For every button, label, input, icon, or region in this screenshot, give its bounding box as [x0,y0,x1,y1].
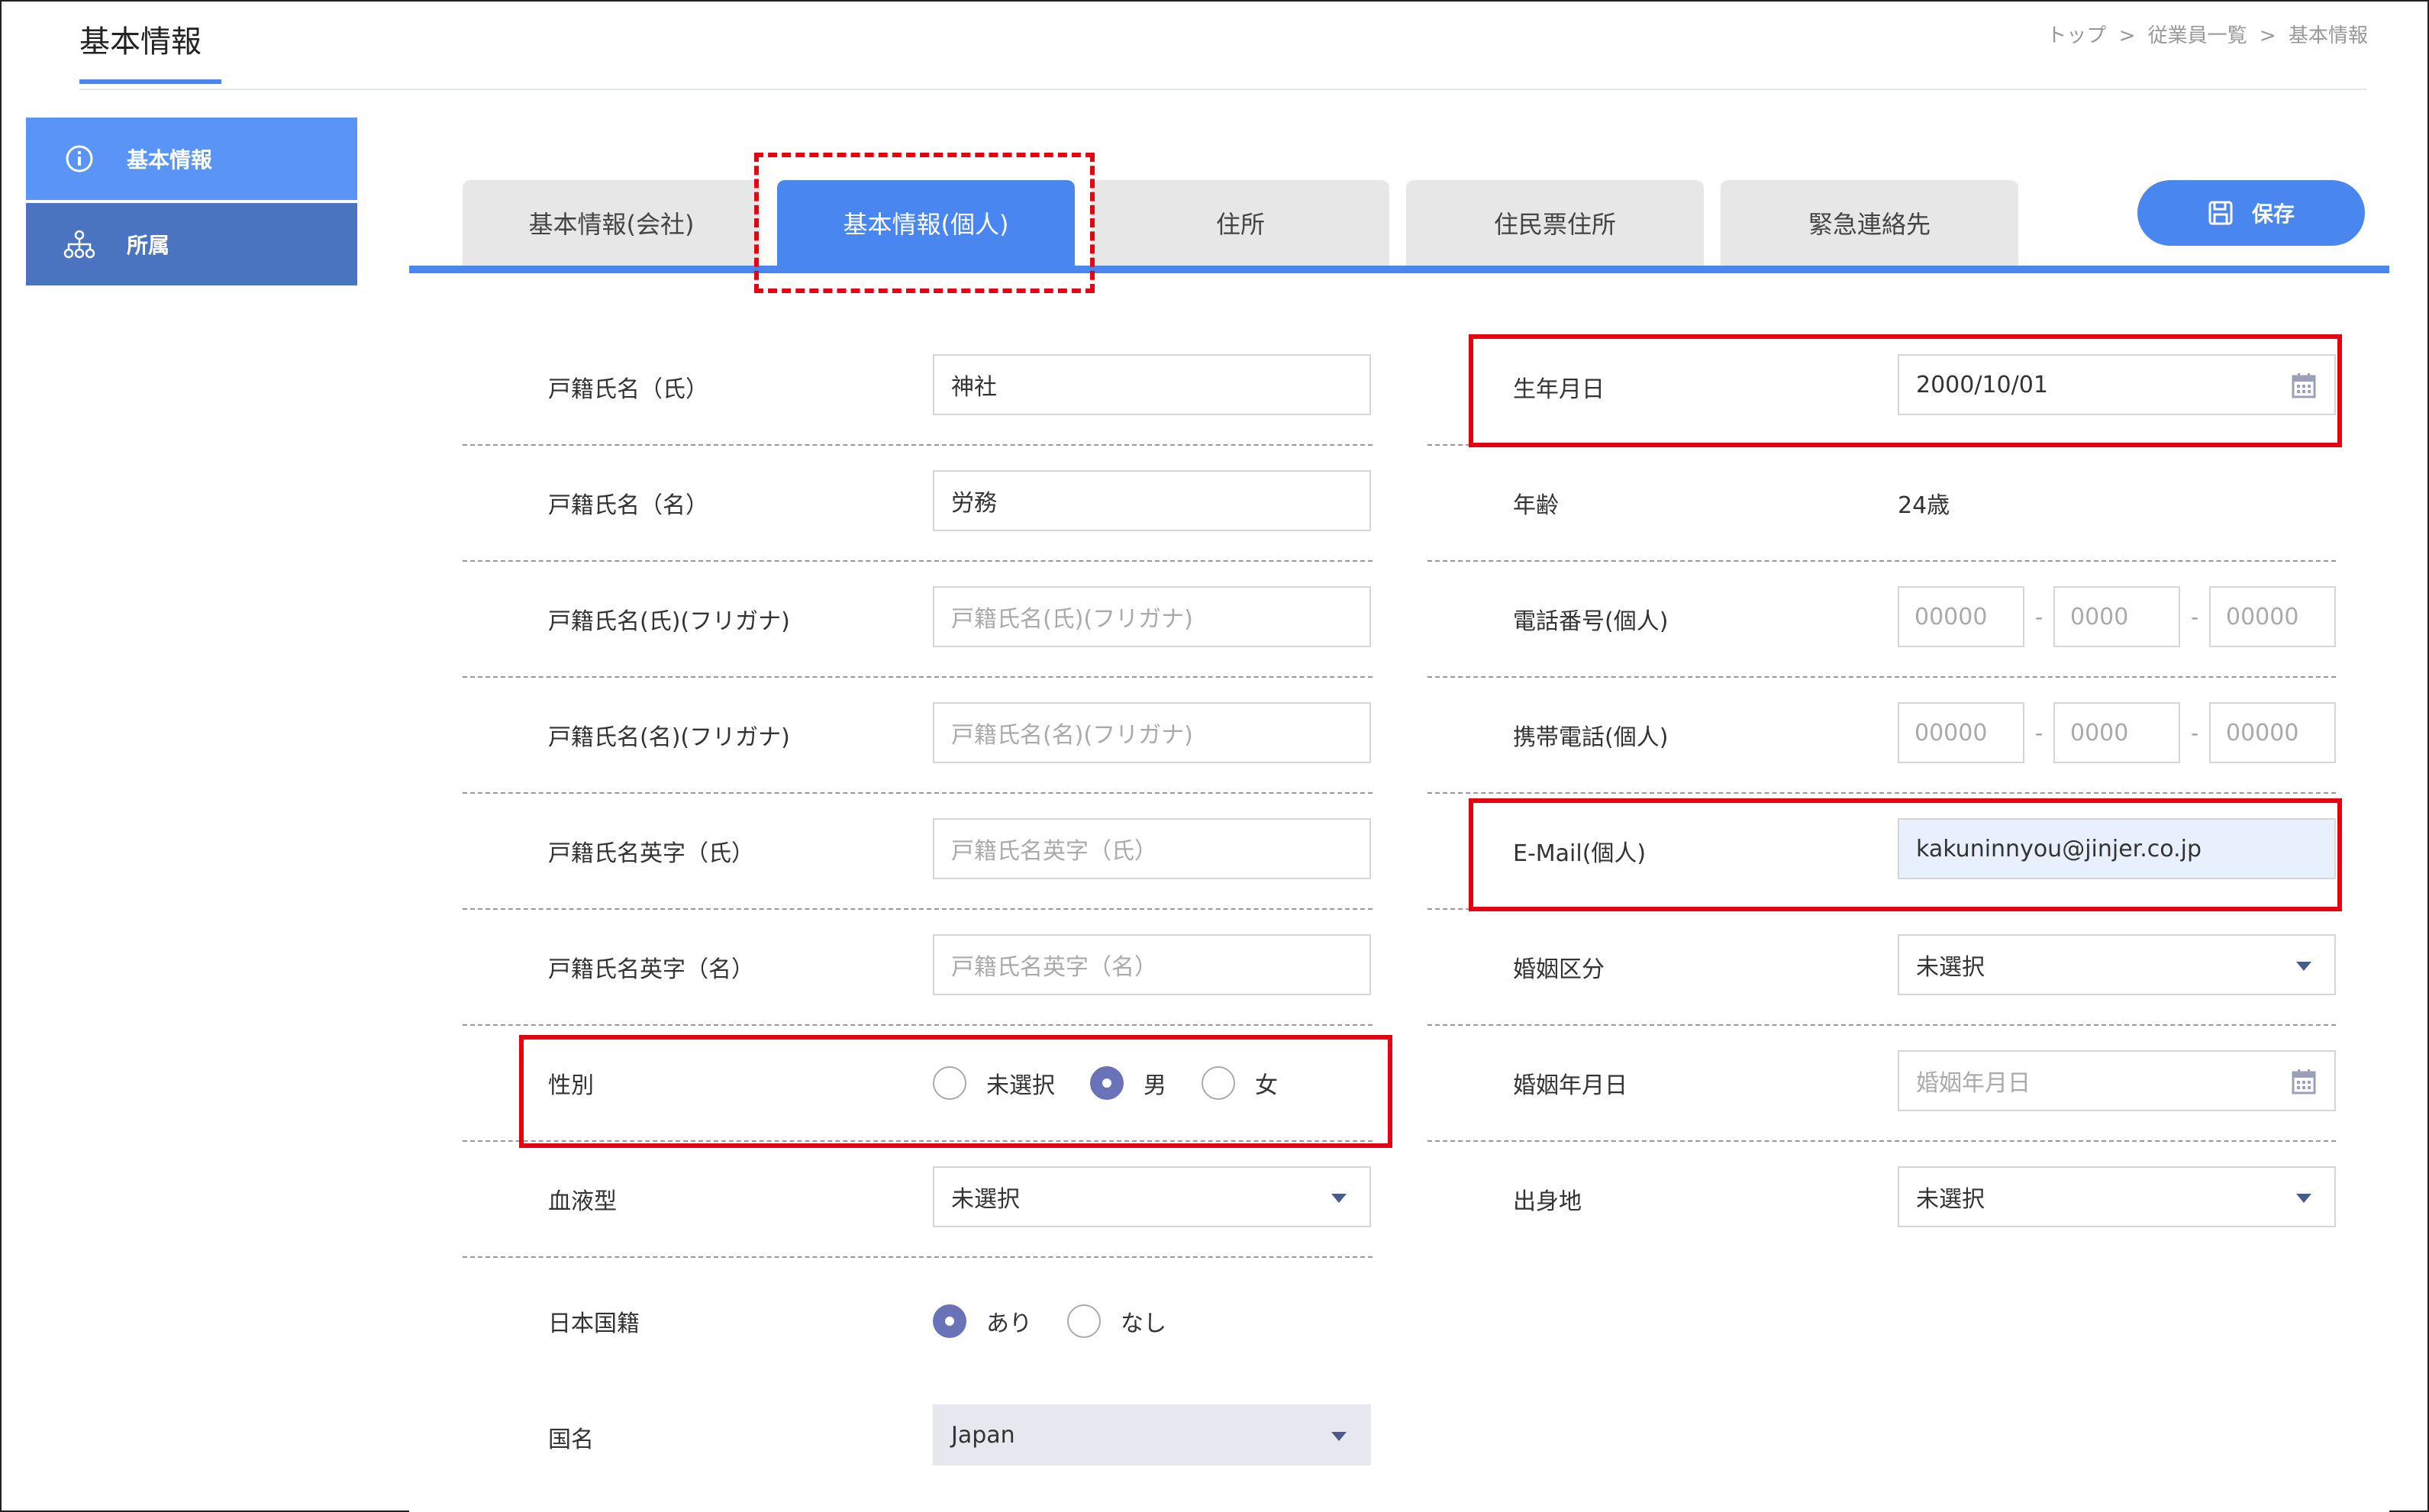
breadcrumb-top[interactable]: トップ [2047,24,2106,47]
tab-emergency-contact[interactable]: 緊急連絡先 [1721,180,2018,266]
radio-label: なし [1121,1311,1166,1337]
sidebar-item-affiliation[interactable]: 所属 [26,203,357,285]
nationality-radio-group: あり なし [933,1264,1202,1378]
age-value: 24歳 [1898,492,1950,519]
save-icon [2208,201,2233,225]
annotation-box-email [1469,798,2342,911]
select-value: Japan [951,1421,1015,1449]
mobile-part-1-input[interactable]: 00000 [1898,702,2024,763]
field-label: 日本国籍 [548,1311,640,1337]
header-divider [79,89,2366,90]
form-row-given-name: 戸籍氏名（名） 労務 [463,446,1373,562]
form-row-phone: 電話番号(個人) 00000 - 0000 - 00000 [1427,562,2336,678]
page-title: 基本情報 [79,24,202,60]
nationality-radio-yes[interactable] [933,1304,966,1338]
org-chart-icon [63,227,96,261]
annotation-box-birthdate [1469,334,2342,447]
input-placeholder: 婚姻年月日 [1916,1070,2031,1097]
family-kana-input[interactable]: 戸籍氏名(氏)(フリガナ) [933,586,1371,647]
chevron-down-icon [2296,1194,2311,1203]
chevron-down-icon [1331,1432,1347,1441]
field-label: 戸籍氏名（名） [548,492,708,519]
sidebar-item-basic-info[interactable]: 基本情報 [26,118,357,200]
field-label: 戸籍氏名(名)(フリガナ) [548,724,790,751]
select-value: 未選択 [1916,1186,1985,1213]
form-row-family-kana: 戸籍氏名(氏)(フリガナ) 戸籍氏名(氏)(フリガナ) [463,562,1373,678]
given-kana-input[interactable]: 戸籍氏名(名)(フリガナ) [933,702,1371,763]
mobile-part-2-input[interactable]: 0000 [2053,702,2180,763]
breadcrumb-current: 基本情報 [2288,24,2368,47]
field-label: 携帯電話(個人) [1513,724,1669,751]
tab-bar: 基本情報(会社) 基本情報(個人) 住所 住民票住所 緊急連絡先 [463,180,2035,266]
phone-part-2-input[interactable]: 0000 [2053,586,2180,647]
field-label: 出身地 [1513,1188,1582,1215]
field-label: 電話番号(個人) [1513,608,1669,635]
chevron-down-icon [2296,962,2311,971]
marriage-date-input[interactable]: 婚姻年月日 [1898,1050,2336,1111]
field-label: 戸籍氏名英字（名） [548,956,754,983]
tab-underline [409,266,2389,273]
sidebar-item-label: 所属 [127,233,170,258]
annotation-dashed-box-tab [754,153,1095,293]
info-icon [63,142,96,176]
field-label: 血液型 [548,1188,617,1215]
form-row-marital-status: 婚姻区分 未選択 [1427,910,2336,1026]
phone-part-1-input[interactable]: 00000 [1898,586,2024,647]
form-row-country: 国名 Japan [463,1380,1373,1494]
phone-separator: - [2191,604,2199,630]
form-row-given-kana: 戸籍氏名(名)(フリガナ) 戸籍氏名(名)(フリガナ) [463,678,1373,794]
field-label: 国名 [548,1427,594,1453]
form-row-marriage-date: 婚姻年月日 婚姻年月日 [1427,1026,2336,1142]
marital-status-select[interactable]: 未選択 [1898,934,2336,995]
radio-label: あり [986,1311,1032,1337]
form-row-birthplace: 出身地 未選択 [1427,1142,2336,1256]
breadcrumb-separator: > [2118,24,2136,47]
title-underline [79,79,221,84]
chevron-down-icon [1331,1194,1347,1203]
tab-resident-address[interactable]: 住民票住所 [1406,180,1704,266]
nationality-radio-no[interactable] [1067,1304,1101,1338]
field-label: 戸籍氏名(氏)(フリガナ) [548,608,790,635]
save-button[interactable]: 保存 [2137,180,2365,246]
save-button-label: 保存 [2251,201,2295,227]
tab-basic-info-company[interactable]: 基本情報(会社) [463,180,760,266]
given-en-input[interactable]: 戸籍氏名英字（名） [933,934,1371,995]
tab-address[interactable]: 住所 [1092,180,1389,266]
form-row-family-name: 戸籍氏名（氏） 神社 [463,330,1373,446]
sidebar: 基本情報 所属 [26,118,357,285]
phone-part-3-input[interactable]: 00000 [2209,586,2336,647]
annotation-box-gender [519,1035,1392,1148]
family-name-input[interactable]: 神社 [933,354,1371,415]
phone-separator: - [2035,604,2044,630]
phone-separator: - [2035,720,2044,746]
field-label: 戸籍氏名（氏） [548,376,708,403]
form-row-age: 年齢 24歳 [1427,446,2336,562]
breadcrumb-separator: > [2259,24,2276,47]
calendar-icon[interactable] [2292,1069,2316,1095]
given-name-input[interactable]: 労務 [933,470,1371,531]
select-value: 未選択 [1916,954,1985,981]
sidebar-item-label: 基本情報 [127,147,213,172]
field-label: 戸籍氏名英字（氏） [548,840,754,867]
field-label: 婚姻年月日 [1513,1072,1627,1099]
country-select[interactable]: Japan [933,1404,1371,1465]
form-row-given-en: 戸籍氏名英字（名） 戸籍氏名英字（名） [463,910,1373,1026]
family-en-input[interactable]: 戸籍氏名英字（氏） [933,818,1371,879]
form-row-blood-type: 血液型 未選択 [463,1142,1373,1258]
breadcrumb: トップ > 従業員一覧 > 基本情報 [2040,20,2368,48]
breadcrumb-employee-list[interactable]: 従業員一覧 [2148,24,2247,47]
form-row-japanese-nationality: 日本国籍 あり なし [463,1264,1373,1378]
form-row-family-en: 戸籍氏名英字（氏） 戸籍氏名英字（氏） [463,794,1373,910]
birthplace-select[interactable]: 未選択 [1898,1166,2336,1227]
mobile-part-3-input[interactable]: 00000 [2209,702,2336,763]
blood-type-select[interactable]: 未選択 [933,1166,1371,1227]
field-label: 婚姻区分 [1513,956,1605,983]
phone-separator: - [2191,720,2199,746]
select-value: 未選択 [951,1186,1020,1213]
form-row-mobile: 携帯電話(個人) 00000 - 0000 - 00000 [1427,678,2336,794]
field-label: 年齢 [1513,492,1559,519]
